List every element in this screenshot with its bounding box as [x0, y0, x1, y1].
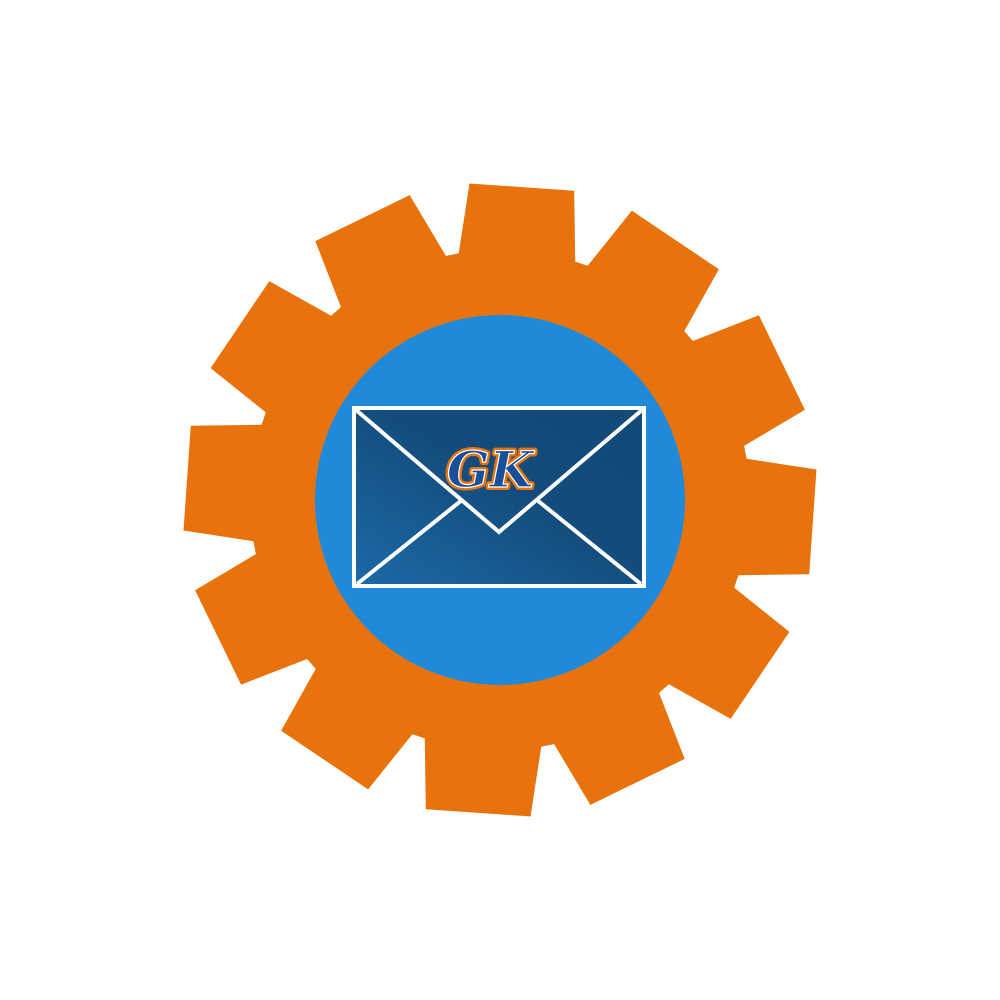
logo-canvas: GK GK [0, 0, 1000, 1000]
monogram-text: GK [447, 440, 536, 499]
gk-monogram: GK GK [444, 437, 539, 502]
gear-envelope-logo: GK GK [183, 183, 817, 817]
